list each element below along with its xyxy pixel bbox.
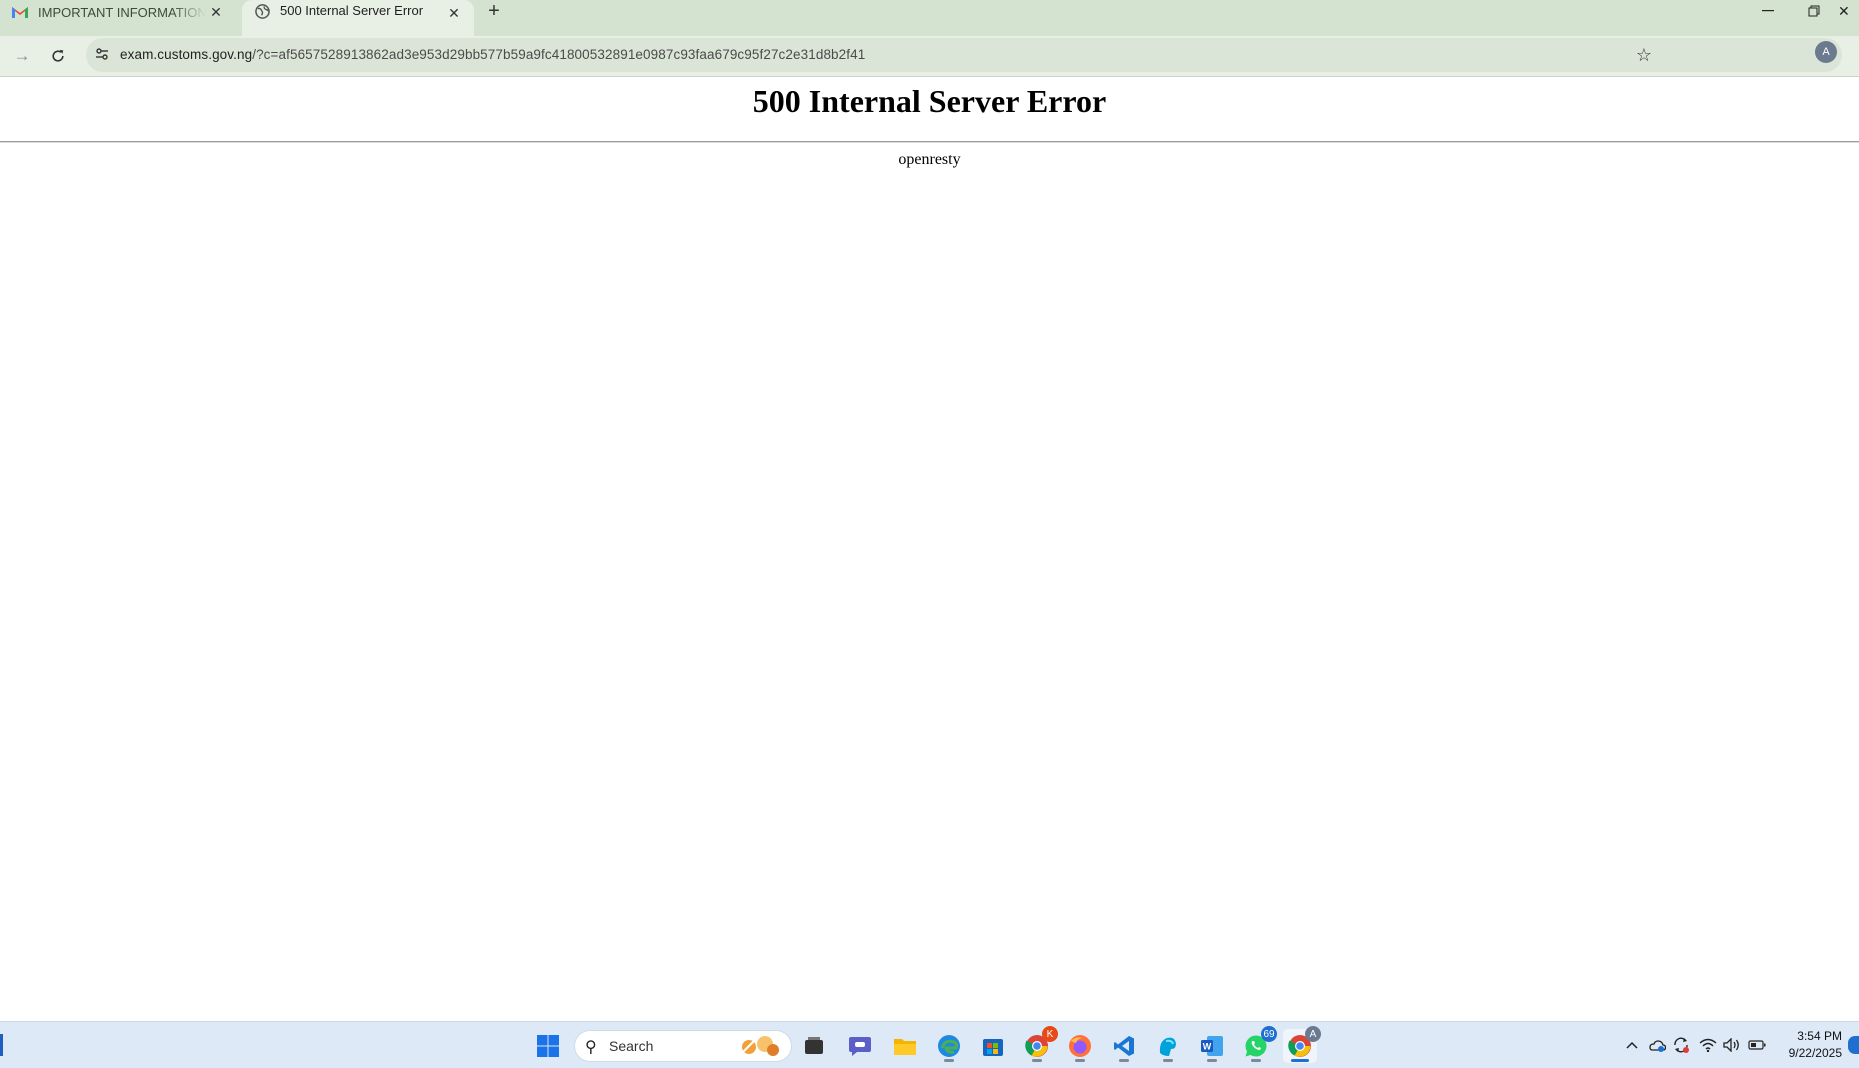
gmail-icon	[12, 4, 28, 20]
running-indicator	[1163, 1059, 1173, 1062]
running-indicator	[1119, 1059, 1129, 1062]
tab-strip: IMPORTANT INFORMATION - 2 ✕ 500 Internal…	[0, 0, 1859, 36]
word-icon[interactable]: W	[1195, 1029, 1229, 1063]
browser-toolbar: → exam.customs.gov.ng/?c=af5657528913862…	[0, 36, 1859, 77]
running-indicator	[1032, 1059, 1042, 1062]
running-indicator	[1207, 1059, 1217, 1062]
search-icon: ⚲	[585, 1039, 597, 1056]
whatsapp-badge: 69	[1261, 1026, 1277, 1042]
search-label: Search	[609, 1038, 654, 1054]
notification-badge[interactable]	[1848, 1036, 1859, 1054]
chrome-profile-icon[interactable]: A	[1283, 1026, 1321, 1063]
running-indicator	[1251, 1059, 1261, 1062]
chrome-icon[interactable]: K	[1020, 1026, 1058, 1063]
firefox-icon[interactable]	[1063, 1029, 1097, 1063]
close-icon[interactable]: ✕	[206, 2, 226, 22]
tab-label: IMPORTANT INFORMATION - 2	[38, 4, 206, 20]
server-name: openresty	[898, 151, 961, 168]
clock-date: 9/22/2025	[1788, 1046, 1842, 1060]
task-view-icon[interactable]	[797, 1029, 831, 1063]
windows-taskbar: ⚲ Search K W 69 A 3:54 PM 9/22/2025	[0, 1021, 1859, 1068]
search-highlight-icon	[740, 1036, 779, 1056]
show-hidden-icons-chevron-icon[interactable]	[1622, 1022, 1642, 1068]
tab-gmail[interactable]: IMPORTANT INFORMATION - 2 ✕	[0, 0, 236, 24]
clock[interactable]: 3:54 PM 9/22/2025	[1772, 1028, 1842, 1062]
profile-avatar[interactable]: A	[1815, 41, 1837, 63]
volume-icon[interactable]	[1721, 1022, 1743, 1068]
chrome-badge: K	[1042, 1026, 1058, 1042]
widgets-edge[interactable]	[0, 1034, 3, 1056]
url-text: exam.customs.gov.ng/?c=af5657528913862ad…	[120, 47, 865, 62]
start-button[interactable]	[531, 1029, 565, 1063]
close-window-button[interactable]: ✕	[1838, 0, 1859, 22]
url-domain: exam.customs.gov.ng	[120, 47, 253, 62]
bookmark-star-icon[interactable]: ☆	[1634, 45, 1654, 65]
new-tab-button[interactable]: +	[482, 0, 506, 22]
page-content: 500 Internal Server Error openresty	[0, 77, 1859, 1021]
wifi-icon[interactable]	[1697, 1022, 1719, 1068]
tab-label: 500 Internal Server Error	[280, 3, 424, 18]
url-path: /?c=af5657528913862ad3e953d29bb577b59a9f…	[252, 47, 866, 62]
close-icon[interactable]: ✕	[444, 3, 464, 23]
microsoft-store-icon[interactable]	[976, 1029, 1010, 1063]
teams-chat-icon[interactable]	[843, 1029, 877, 1063]
whatsapp-icon[interactable]: 69	[1239, 1026, 1277, 1063]
onedrive-icon[interactable]	[1646, 1022, 1668, 1068]
file-explorer-icon[interactable]	[888, 1029, 922, 1063]
active-indicator	[1291, 1059, 1309, 1062]
vscode-icon[interactable]	[1107, 1029, 1141, 1063]
error-heading: 500 Internal Server Error	[752, 83, 1107, 119]
site-settings-icon[interactable]	[94, 46, 112, 64]
reload-icon[interactable]	[44, 42, 72, 70]
taskbar-search[interactable]: ⚲ Search	[574, 1030, 792, 1062]
tab-error-page[interactable]: 500 Internal Server Error ✕	[242, 0, 474, 36]
running-indicator	[944, 1059, 954, 1062]
svg-text:W: W	[1203, 1042, 1212, 1052]
minimize-button[interactable]	[1746, 0, 1790, 22]
clock-time: 3:54 PM	[1797, 1029, 1842, 1043]
battery-icon[interactable]	[1746, 1022, 1768, 1068]
chrome-profile-badge: A	[1305, 1026, 1321, 1042]
edge-icon[interactable]	[932, 1029, 966, 1063]
sync-icon[interactable]	[1670, 1022, 1692, 1068]
globe-icon	[254, 3, 270, 19]
restore-button[interactable]	[1792, 0, 1836, 22]
address-bar[interactable]: exam.customs.gov.ng/?c=af5657528913862ad…	[86, 38, 1842, 72]
copilot-icon[interactable]	[1151, 1029, 1185, 1063]
forward-icon[interactable]: →	[8, 42, 36, 70]
running-indicator	[1075, 1059, 1085, 1062]
windows-logo-icon	[537, 1035, 559, 1057]
divider	[0, 141, 1859, 143]
